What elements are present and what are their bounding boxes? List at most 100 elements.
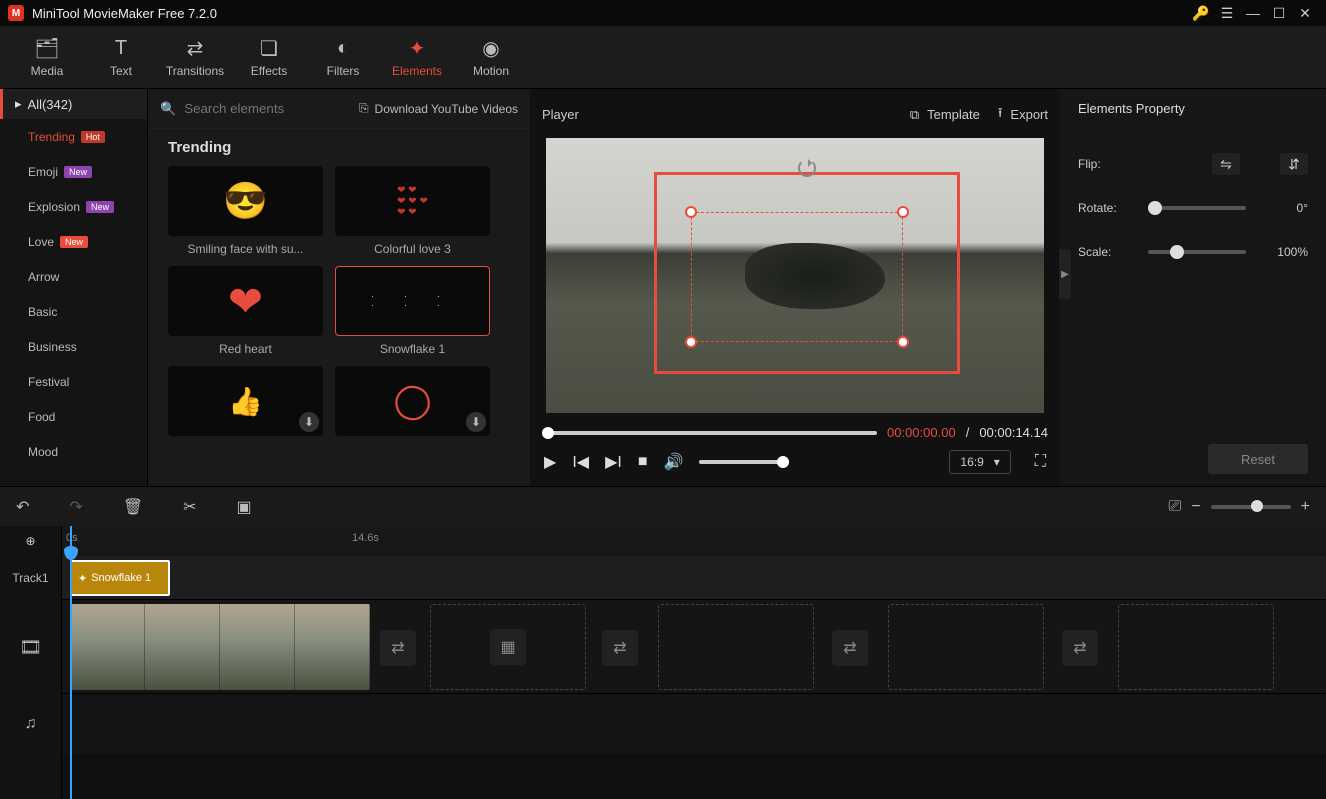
main-nav: 🗂Media TText ⇄Transitions ❏Effects ◐Filt… (0, 26, 1326, 89)
cat-festival[interactable]: Festival (0, 364, 147, 399)
element-thumbs-up[interactable]: 👍⬇ (168, 366, 323, 436)
nav-media[interactable]: 🗂Media (10, 36, 84, 78)
add-track-button[interactable]: ⊕ (0, 526, 61, 556)
key-icon[interactable]: 🔑 (1188, 0, 1214, 26)
properties-title: Elements Property (1078, 101, 1308, 116)
media-slot-icon: ▦ (490, 629, 526, 665)
element-track[interactable]: ✦Snowflake 1 (62, 556, 1326, 600)
player-panel: Player ⧉Template ⭱Export 00:00:00.00 / 0… (530, 89, 1060, 486)
cat-trending[interactable]: TrendingHot (0, 119, 147, 154)
search-input[interactable] (184, 101, 324, 116)
properties-panel: Elements Property Flip: ⇋ ⇵ Rotate: 0° S… (1060, 89, 1326, 486)
transition-slot[interactable]: ⇄ (1062, 630, 1098, 666)
empty-clip-slot[interactable] (1118, 604, 1274, 690)
menu-icon[interactable]: ☰ (1214, 0, 1240, 26)
player-title: Player (542, 107, 892, 122)
audio-track[interactable] (62, 694, 1326, 754)
nav-text[interactable]: TText (84, 36, 158, 78)
empty-clip-slot[interactable] (888, 604, 1044, 690)
element-red-heart[interactable]: ❤ (168, 266, 323, 336)
element-circle-stroke[interactable]: ◯⬇ (335, 366, 490, 436)
maximize-button[interactable]: ☐ (1266, 0, 1292, 26)
rotate-handle[interactable] (798, 159, 816, 177)
split-button[interactable]: ✂ (183, 497, 196, 517)
prev-frame-button[interactable]: I◀ (572, 452, 589, 472)
zoom-fit-button[interactable]: ⎚ (1169, 498, 1182, 516)
nav-elements[interactable]: ✦Elements (380, 36, 454, 78)
transition-slot[interactable]: ⇄ (602, 630, 638, 666)
element-snowflake-1[interactable]: · · ·· · · (335, 266, 490, 336)
timeline-toolbar: ↶ ↷ 🗑 ✂ ▣ ⎚ − + (0, 486, 1326, 526)
transition-slot[interactable]: ⇄ (380, 630, 416, 666)
app-title: MiniTool MovieMaker Free 7.2.0 (32, 6, 1188, 21)
volume-icon[interactable]: 🔊 (663, 452, 683, 472)
cat-emoji[interactable]: EmojiNew (0, 154, 147, 189)
scrub-bar[interactable] (542, 431, 877, 435)
timeline-ruler[interactable]: 0s 14.6s (62, 526, 1326, 556)
preview-canvas[interactable] (546, 138, 1044, 413)
rotate-value: 0° (1258, 201, 1308, 215)
aspect-select[interactable]: 16:9▾ (949, 450, 1010, 474)
nav-filters[interactable]: ◐Filters (306, 36, 380, 78)
cat-arrow[interactable]: Arrow (0, 259, 147, 294)
category-all[interactable]: ▸ All(342) (0, 89, 147, 119)
timecode-current: 00:00:00.00 (887, 425, 956, 440)
nav-transitions[interactable]: ⇄Transitions (158, 36, 232, 78)
empty-clip-slot[interactable]: ▦ (430, 604, 586, 690)
nav-effects[interactable]: ❏Effects (232, 36, 306, 78)
scale-slider[interactable] (1148, 250, 1246, 254)
cat-food[interactable]: Food (0, 399, 147, 434)
stop-button[interactable]: ■ (638, 453, 648, 471)
cat-basic[interactable]: Basic (0, 294, 147, 329)
video-clip[interactable] (70, 604, 370, 690)
transition-slot[interactable]: ⇄ (832, 630, 868, 666)
rotate-slider[interactable] (1148, 206, 1246, 210)
timeline: ⊕ Track1 🎞 ♫ 0s 14.6s ✦Snowflake 1 ⇄ ▦ ⇄… (0, 526, 1326, 799)
track1-header: Track1 (0, 556, 61, 600)
zoom-in-button[interactable]: + (1301, 498, 1310, 516)
elements-panel: 🔍 ⎘Download YouTube Videos Trending 😎Smi… (148, 89, 530, 486)
download-icon: ⎘ (359, 101, 369, 116)
cat-love[interactable]: LoveNew (0, 224, 147, 259)
search-icon: 🔍 (160, 101, 176, 117)
audio-track-icon: ♫ (0, 694, 61, 754)
undo-button[interactable]: ↶ (16, 497, 29, 517)
template-button[interactable]: ⧉Template (910, 107, 980, 123)
zoom-out-button[interactable]: − (1191, 498, 1200, 516)
timeline-body[interactable]: 0s 14.6s ✦Snowflake 1 ⇄ ▦ ⇄ ⇄ ⇄ (62, 526, 1326, 799)
element-clip-snowflake[interactable]: ✦Snowflake 1 (70, 560, 170, 596)
chevron-down-icon: ▾ (994, 455, 1000, 469)
collapse-properties-button[interactable]: ▶ (1059, 249, 1071, 299)
close-button[interactable]: ✕ (1292, 0, 1318, 26)
play-button[interactable]: ▶ (544, 452, 556, 472)
element-colorful-love[interactable]: ❤ ❤❤ ❤ ❤❤ ❤ (335, 166, 490, 236)
cat-business[interactable]: Business (0, 329, 147, 364)
delete-button[interactable]: 🗑 (123, 497, 143, 517)
nav-motion[interactable]: ◉Motion (454, 36, 528, 78)
download-youtube-link[interactable]: ⎘Download YouTube Videos (359, 101, 518, 116)
redo-button[interactable]: ↷ (69, 497, 82, 517)
inner-dashed-box[interactable] (691, 212, 903, 342)
export-button[interactable]: ⭱Export (998, 104, 1048, 126)
element-smiling-face[interactable]: 😎 (168, 166, 323, 236)
fullscreen-button[interactable]: ⛶ (1035, 453, 1046, 471)
playhead[interactable] (70, 526, 72, 799)
app-logo: M (8, 5, 24, 21)
cat-explosion[interactable]: ExplosionNew (0, 189, 147, 224)
video-track[interactable]: ⇄ ▦ ⇄ ⇄ ⇄ (62, 600, 1326, 694)
cat-mood[interactable]: Mood (0, 434, 147, 469)
download-badge-icon[interactable]: ⬇ (466, 412, 486, 432)
minimize-button[interactable]: — (1240, 0, 1266, 26)
resize-handle-tl[interactable] (685, 206, 697, 218)
next-frame-button[interactable]: ▶I (605, 452, 622, 472)
scale-value: 100% (1258, 245, 1308, 259)
empty-clip-slot[interactable] (658, 604, 814, 690)
reset-button[interactable]: Reset (1208, 444, 1308, 474)
crop-button[interactable]: ▣ (237, 497, 252, 517)
download-badge-icon[interactable]: ⬇ (299, 412, 319, 432)
content-row: ▸ All(342) TrendingHot EmojiNew Explosio… (0, 89, 1326, 486)
zoom-slider[interactable] (1211, 505, 1291, 509)
flip-horizontal-button[interactable]: ⇋ (1212, 153, 1240, 175)
volume-slider[interactable] (699, 460, 789, 464)
flip-vertical-button[interactable]: ⇵ (1280, 153, 1308, 175)
